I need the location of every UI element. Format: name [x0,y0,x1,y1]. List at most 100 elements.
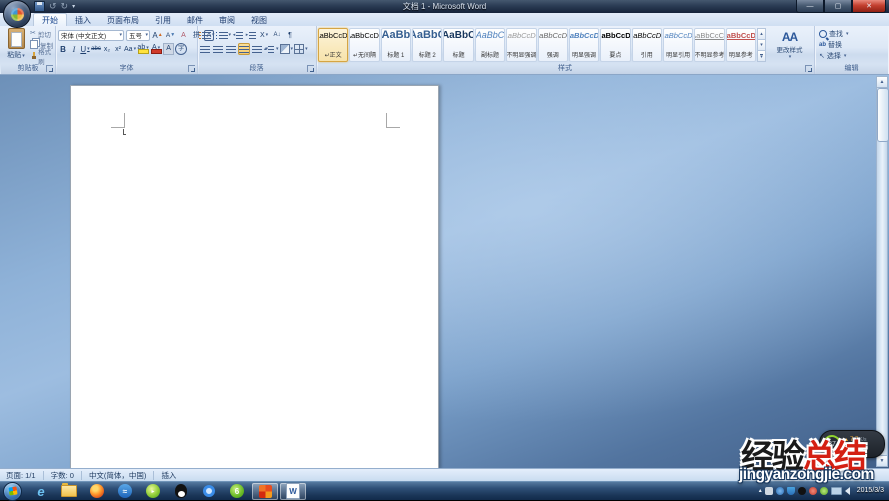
shading-button[interactable] [280,43,294,55]
style-item-emphasis[interactable]: AaBbCcDd 强调 [538,28,568,62]
clipboard-dialog-launcher[interactable] [46,65,53,72]
font-size-combo[interactable]: 五号 [126,30,150,41]
italic-button[interactable]: I [69,43,79,55]
status-wordcount[interactable]: 字数: 0 [51,470,74,481]
highlight-color-button[interactable]: ab [137,43,149,55]
style-item-heading2[interactable]: AaBbC 标题 2 [412,28,442,62]
tab-home[interactable]: 开始 [33,13,67,26]
style-item-heading1[interactable]: AaBb 标题 1 [381,28,411,62]
qq-tray-icon[interactable] [798,487,806,495]
format-painter-button[interactable]: 格式刷 [30,51,55,60]
character-shading-button[interactable]: A [163,43,174,55]
taskbar-item-cloud-app[interactable] [196,483,222,500]
security-shield-icon[interactable] [787,487,795,495]
subscript-button[interactable]: x₂ [102,43,112,55]
style-item-intense-emphasis[interactable]: AaBbCcDd 明显强调 [569,28,599,62]
line-spacing-button[interactable]: ▴▾ [264,43,279,55]
taskbar-item-explorer[interactable] [56,483,82,500]
vertical-scrollbar[interactable]: ▲ ▼ [876,76,888,467]
styles-dialog-launcher[interactable] [805,65,812,72]
change-case-button[interactable]: Aa [124,43,136,55]
font-color-button[interactable]: A [150,43,162,55]
style-item-title[interactable]: AaBbC 标题 [443,28,473,62]
align-center-button[interactable] [212,43,224,55]
start-button[interactable] [3,482,22,501]
close-button[interactable]: ✕ [852,0,886,13]
style-item-subtle-emphasis[interactable]: AaBbCcDd 不明显强调 [506,28,536,62]
taskbar-item-media-app[interactable]: ▸ [140,483,166,500]
network-monitor-icon[interactable] [831,487,842,495]
show-hidden-icons-button[interactable]: ▴ [759,487,762,494]
gallery-scroll-up-button[interactable]: ▴ [757,28,766,40]
numbering-button[interactable] [216,29,232,41]
bold-button[interactable]: B [58,43,68,55]
distribute-button[interactable] [251,43,263,55]
change-styles-button[interactable]: AA 更改样式 [768,28,811,62]
tab-mailings[interactable]: 邮件 [179,14,211,26]
underline-button[interactable]: U [80,43,90,55]
font-dialog-launcher[interactable] [188,65,195,72]
style-item-strong[interactable]: AaBbCcDc 要点 [600,28,630,62]
strikethrough-button[interactable]: abc [91,43,101,55]
taskbar-item-jingyan-app[interactable] [252,483,278,500]
font-name-combo[interactable]: 宋体 (中文正文) [58,30,124,41]
taskbar-item-word[interactable]: W [280,483,306,500]
document-page[interactable] [70,85,439,469]
scroll-down-button[interactable]: ▼ [877,455,887,466]
maximize-button[interactable]: ▢ [824,0,852,13]
align-left-button[interactable] [199,43,211,55]
red-tray-icon[interactable] [809,487,817,495]
select-button[interactable]: ↖ 选择 [819,51,849,61]
clear-formatting-button[interactable]: A [178,29,189,41]
grow-font-button[interactable]: A▲ [152,29,163,41]
taskbar-item-360-browser[interactable]: 6 [224,483,250,500]
borders-button[interactable] [294,43,308,55]
tab-page-layout[interactable]: 页面布局 [99,14,147,26]
taskbar-item-ie[interactable]: e [28,483,54,500]
gallery-expand-button[interactable]: ▾ [757,51,766,62]
minimize-button[interactable]: — [796,0,824,13]
taskbar-item-firefox[interactable] [84,483,110,500]
style-item-subtle-reference[interactable]: AaBbCcCc 不明显参考 [694,28,724,62]
status-insert-mode[interactable]: 插入 [161,470,176,481]
status-page[interactable]: 页面: 1/1 [6,470,36,481]
asian-layout-button[interactable]: X [258,29,270,41]
align-right-button[interactable] [225,43,237,55]
find-button[interactable]: 查找 [819,29,849,39]
style-item-quote[interactable]: AaBbCcDd 引用 [632,28,662,62]
taskbar-item-qq[interactable] [168,483,194,500]
taskbar-item-thunder[interactable]: ≈ [112,483,138,500]
volume-icon[interactable] [845,487,850,495]
tab-review[interactable]: 审阅 [211,14,243,26]
office-button[interactable] [3,0,31,28]
scroll-up-button[interactable]: ▲ [877,77,887,88]
superscript-button[interactable]: x² [113,43,123,55]
style-item-normal[interactable]: AaBbCcDd ↵正文 [318,28,348,62]
tab-references[interactable]: 引用 [147,14,179,26]
bullets-button[interactable] [199,29,215,41]
style-item-subtitle[interactable]: AaBbC 副标题 [475,28,505,62]
cut-button[interactable]: ✂ 剪切 [30,29,55,38]
update-tray-icon[interactable] [776,487,784,495]
replace-button[interactable]: ab 替换 [819,40,849,50]
paste-button[interactable]: 粘贴 [4,28,28,63]
justify-button[interactable] [238,43,250,55]
usb-tray-icon[interactable] [765,487,773,495]
decrease-indent-button[interactable]: ◂ [232,29,244,41]
enclose-characters-button[interactable]: 字 [175,43,187,55]
paragraph-dialog-launcher[interactable] [307,65,314,72]
increase-indent-button[interactable]: ▸ [245,29,257,41]
style-item-intense-quote[interactable]: AaBbCcDd 明显引用 [663,28,693,62]
tab-view[interactable]: 视图 [243,14,275,26]
style-item-intense-reference[interactable]: AaBbCcDo 明显参考 [726,28,756,62]
gallery-scroll-down-button[interactable]: ▾ [757,40,766,51]
sort-button[interactable]: A↓ [271,29,283,41]
status-language[interactable]: 中文(简体，中国) [89,470,147,481]
taskbar-clock[interactable]: 2015/3/3 [857,487,884,494]
green-tray-icon[interactable] [820,487,828,495]
shrink-font-button[interactable]: A▼ [165,29,176,41]
scrollbar-thumb[interactable] [877,88,889,142]
show-marks-button[interactable]: ¶ [284,29,296,41]
style-item-no-spacing[interactable]: AaBbCcDd ↵无间隔 [349,28,379,62]
tab-insert[interactable]: 插入 [67,14,99,26]
